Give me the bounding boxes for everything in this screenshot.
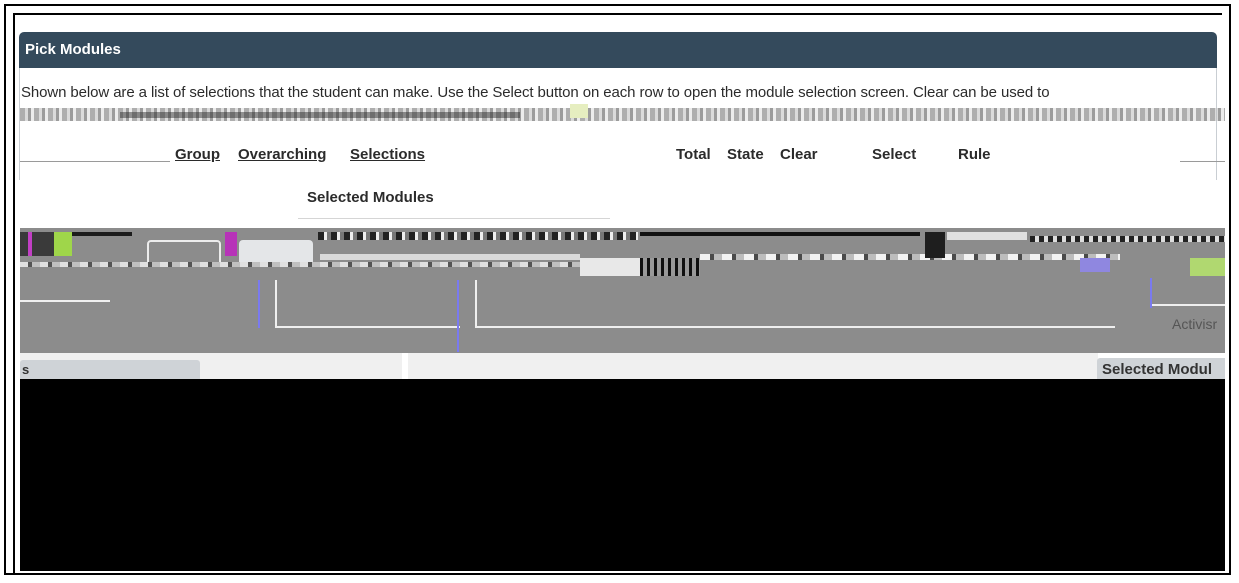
glitch-text <box>700 254 1120 260</box>
header-rule-right <box>1180 161 1225 162</box>
left-panel-tab-label: s <box>22 362 30 377</box>
glitch-block <box>1190 258 1225 276</box>
garbled-text-fragment <box>120 112 520 118</box>
glitch-block <box>925 232 945 258</box>
rendering-glitch-band <box>20 228 1225 353</box>
selected-modules-title: Selected Modules <box>307 189 434 206</box>
glitch-tab <box>147 240 221 264</box>
glitch-block <box>20 232 56 256</box>
column-rule: Rule <box>958 146 991 163</box>
activity-text-fragment: Activisr <box>1172 316 1218 332</box>
glitch-text <box>20 262 620 267</box>
glitch-block <box>225 232 237 256</box>
redacted-area <box>20 379 1225 571</box>
glitch-line <box>640 232 920 236</box>
column-group[interactable]: Group <box>175 146 220 163</box>
selected-modules-tab-label: Selected Modul <box>1102 361 1213 378</box>
garbled-highlight <box>570 104 588 118</box>
glitch-tab <box>239 240 313 262</box>
column-clear: Clear <box>780 146 818 163</box>
glitch-block <box>580 258 640 276</box>
glitch-line <box>275 326 460 328</box>
glitch-text <box>1030 236 1225 242</box>
glitch-line <box>475 326 1115 328</box>
panel-header: Pick Modules <box>19 32 1217 68</box>
column-state: State <box>727 146 764 163</box>
glitch-block <box>28 232 32 256</box>
column-selections[interactable]: Selections <box>350 146 425 163</box>
glitch-block <box>640 258 700 276</box>
center-panel-background <box>408 353 1098 379</box>
glitch-line <box>457 280 459 352</box>
glitch-block <box>54 232 72 256</box>
glitch-block <box>1080 258 1110 272</box>
selected-modules-tab[interactable]: Selected Modul <box>1097 358 1225 379</box>
column-overarching[interactable]: Overarching <box>238 146 326 163</box>
left-panel-tab[interactable]: s <box>20 360 200 379</box>
glitch-line <box>258 280 260 328</box>
header-rule-left <box>20 161 170 162</box>
panel-description: Shown below are a list of selections tha… <box>21 84 1050 101</box>
glitch-text <box>318 232 638 240</box>
column-total: Total <box>676 146 711 163</box>
glitch-line <box>475 280 477 328</box>
glitch-line <box>1152 304 1225 306</box>
selected-modules-popup: Selected Modules <box>298 178 610 219</box>
glitch-line <box>20 300 110 302</box>
glitch-line <box>275 280 277 328</box>
glitch-block <box>72 232 132 236</box>
glitch-block <box>947 232 1027 240</box>
panel-title: Pick Modules <box>25 41 121 58</box>
column-select: Select <box>872 146 917 163</box>
glitch-text <box>320 254 580 260</box>
